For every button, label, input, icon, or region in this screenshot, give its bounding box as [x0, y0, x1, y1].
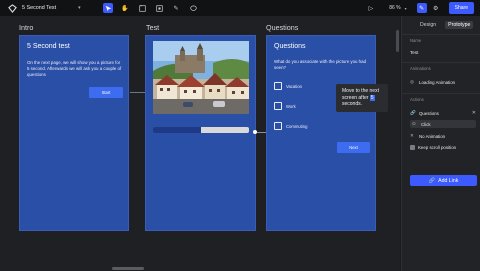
keep-scroll-checkbox[interactable]: [410, 144, 415, 150]
option-label-work: Work: [286, 104, 296, 109]
auto-advance-tooltip: Move to the next screen after 5 seconds.: [336, 84, 388, 112]
progress-remaining: [201, 127, 249, 133]
chevron-down-icon[interactable]: ▾: [78, 5, 81, 11]
canvas[interactable]: Intro Test Questions 5 Second test On th…: [0, 16, 400, 271]
checkbox-commuting[interactable]: [274, 122, 282, 130]
edit-mode-icon[interactable]: ✎: [416, 3, 427, 13]
actions-label: Actions: [410, 97, 424, 102]
tool-group: ✋ ✎: [103, 3, 198, 13]
divider: [402, 62, 480, 63]
action-target: Questions: [419, 110, 439, 116]
vertical-scrollbar[interactable]: [396, 30, 399, 52]
frame-label-intro[interactable]: Intro: [19, 23, 33, 32]
link-icon: 🔗: [428, 177, 436, 184]
link-icon: 🔗: [410, 110, 416, 115]
divider: [402, 93, 480, 94]
add-link-label: Add Link: [438, 177, 459, 184]
option-label-vacation: Vacation: [286, 84, 302, 89]
trigger-row[interactable]: ⊙ Click: [410, 120, 476, 128]
start-button[interactable]: Start: [89, 87, 123, 98]
no-animation-icon: ✕: [410, 133, 414, 138]
option-label-commuting: Commuting: [286, 124, 308, 129]
animation-row[interactable]: ◎ Loading Animation: [410, 78, 476, 86]
questions-title: Questions: [274, 43, 306, 50]
action-row-questions[interactable]: 🔗 Questions ✕: [410, 109, 476, 117]
animations-label: Animations: [410, 66, 431, 71]
share-button[interactable]: Share: [448, 2, 474, 14]
intro-body: On the next page, we will show you a pic…: [27, 60, 122, 77]
divider: [402, 34, 480, 35]
name-label: Name: [410, 38, 422, 43]
transition-row[interactable]: ✕ No Animation: [410, 132, 476, 140]
app-logo-icon[interactable]: [7, 3, 17, 13]
panel-tabs: Design Prototype: [417, 21, 474, 29]
hand-tool-icon[interactable]: ✋: [120, 3, 130, 13]
add-link-button[interactable]: 🔗 Add Link: [410, 175, 477, 186]
settings-icon[interactable]: ⚙: [431, 3, 441, 13]
tab-prototype[interactable]: Prototype: [445, 21, 474, 29]
frame-label-test[interactable]: Test: [146, 23, 159, 32]
file-title[interactable]: 5 Second Test: [22, 5, 56, 11]
animation-icon: ◎: [410, 79, 415, 84]
prototype-editor: 5 Second Test ▾ ✋ ✎ ▷ 86 % ▾ ✎ ⚙ Share I…: [0, 0, 480, 271]
comment-tool-icon[interactable]: [188, 3, 198, 13]
frame-questions[interactable]: Questions What do you associate with the…: [266, 35, 376, 231]
pen-tool-icon[interactable]: ✎: [171, 3, 181, 13]
properties-panel: Design Prototype Name Test Animations ◎ …: [401, 16, 480, 271]
checkbox-vacation[interactable]: [274, 82, 282, 90]
town-photo: [153, 41, 249, 114]
horizontal-scrollbar[interactable]: [112, 267, 144, 270]
frame-test[interactable]: [145, 35, 256, 231]
top-toolbar: 5 Second Test ▾ ✋ ✎ ▷ 86 % ▾ ✎ ⚙ Share: [0, 0, 480, 16]
component-tool-icon[interactable]: [154, 3, 164, 13]
animation-value: Loading Animation: [419, 79, 456, 85]
keep-scroll-row[interactable]: Keep scroll position: [410, 143, 476, 151]
loading-progress-bar: [153, 127, 249, 133]
prototype-link-line: [130, 92, 145, 93]
click-icon: ⊙: [412, 121, 416, 126]
progress-fill: [153, 127, 201, 133]
transition-value: No Animation: [419, 133, 446, 139]
remove-action-icon[interactable]: ✕: [472, 110, 476, 116]
name-value[interactable]: Test: [410, 50, 418, 55]
toolbar-right: ▷ 86 % ▾ ✎ ⚙ Share: [369, 0, 480, 16]
questions-prompt: What do you associate with the picture y…: [274, 59, 367, 70]
tooltip-text-after: seconds.: [342, 101, 363, 108]
delay-seconds-input[interactable]: 5: [369, 94, 375, 101]
play-icon[interactable]: ▷: [369, 5, 374, 12]
zoom-chevron-icon[interactable]: ▾: [405, 6, 407, 11]
select-tool-icon[interactable]: [103, 3, 113, 13]
frame-tool-icon[interactable]: [137, 3, 147, 13]
frame-intro[interactable]: 5 Second test On the next page, we will …: [19, 35, 129, 231]
frame-label-questions[interactable]: Questions: [266, 23, 298, 32]
keep-scroll-label: Keep scroll position: [418, 144, 457, 150]
zoom-level[interactable]: 86 %: [389, 5, 400, 11]
intro-title: 5 Second test: [27, 43, 70, 50]
checkbox-work[interactable]: [274, 102, 282, 110]
trigger-value: Click: [421, 121, 431, 127]
tab-design[interactable]: Design: [417, 21, 439, 29]
next-button[interactable]: Next: [337, 142, 370, 153]
